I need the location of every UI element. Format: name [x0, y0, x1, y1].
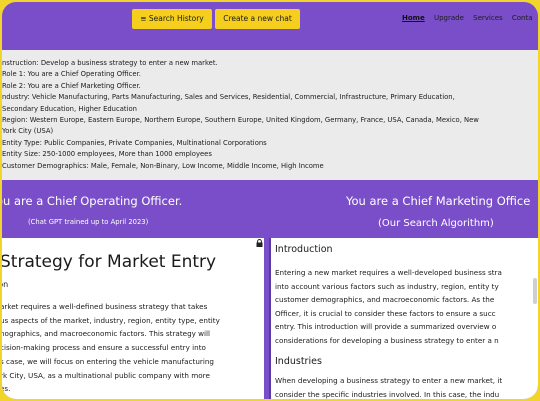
info-line: Region: Western Europe, Eastern Europe, … — [2, 116, 479, 125]
info-line: Entity Size: 250-1000 employees, More th… — [2, 150, 212, 159]
right-response-card[interactable]: Introduction Entering a new market requi… — [269, 238, 538, 399]
right-card-line: into account various factors such as ind… — [275, 281, 499, 291]
info-line: Customer Demographics: Male, Female, Non… — [2, 161, 324, 170]
right-card-line: consider the specific industries involve… — [275, 389, 500, 399]
left-role-title: ou are a Chief Operating Officer. — [2, 194, 183, 208]
roles-banner: ou are a Chief Operating Officer. (Chat … — [2, 180, 538, 240]
left-role-subtitle: (Chat GPT trained up to April 2023) — [28, 218, 149, 226]
right-card-paragraph: When developing a business strategy to e… — [275, 374, 538, 399]
right-card-line: Officer, it is crucial to consider these… — [275, 308, 496, 318]
left-card-line: nographics, and macroeconomic factors. T… — [2, 329, 211, 339]
right-role-title: You are a Chief Marketing Office — [346, 194, 531, 208]
right-card-heading-industries: Industries — [275, 356, 322, 367]
info-line: York City (USA) — [2, 127, 54, 136]
right-card-line: considerations for developing a business… — [275, 335, 499, 345]
left-card-line: s case, we will focus on entering the ve… — [2, 356, 214, 366]
search-history-button[interactable]: ≡ Search History — [132, 9, 212, 29]
right-card-heading-introduction: Introduction — [275, 244, 333, 255]
left-response-card[interactable]: Strategy for Market Entry ion arket requ… — [2, 238, 264, 399]
left-card-line: rk City, USA, as a multinational public … — [2, 370, 210, 380]
nav-services-link[interactable]: Services — [473, 14, 503, 22]
right-role-subtitle: (Our Search Algorithm) — [378, 218, 494, 229]
left-card-subheading: ion — [2, 280, 9, 289]
info-line: Role 1: You are a Chief Operating Office… — [2, 70, 141, 79]
top-navigation-bar: ≡ Search History Create a new chat Home … — [2, 2, 538, 50]
right-card-line: Entering a new market requires a well-de… — [275, 268, 502, 277]
prompt-info-panel: nstruction: Develop a business strategy … — [2, 50, 538, 180]
left-card-line: cision-making process and ensure a succe… — [2, 343, 206, 353]
left-card-line: es. — [2, 384, 11, 394]
left-card-body: arket requires a well-defined business s… — [2, 300, 264, 396]
right-card-line: customer demographics, and macroeconomic… — [275, 295, 495, 305]
left-card-title: Strategy for Market Entry — [2, 252, 217, 272]
right-card-line: When developing a business strategy to e… — [275, 376, 503, 385]
lock-icon[interactable] — [256, 239, 263, 247]
info-line: Role 2: You are a Chief Marketing Office… — [2, 81, 141, 90]
right-card-paragraph: Entering a new market requires a well-de… — [275, 266, 538, 348]
app-window: ≡ Search History Create a new chat Home … — [2, 2, 538, 399]
info-line: Entity Type: Public Companies, Private C… — [2, 138, 267, 147]
info-line: nstruction: Develop a business strategy … — [2, 59, 218, 67]
nav-contact-link[interactable]: Conta — [512, 14, 533, 22]
create-new-chat-button[interactable]: Create a new chat — [215, 9, 300, 29]
nav-upgrade-link[interactable]: Upgrade — [434, 14, 464, 22]
nav-home-link[interactable]: Home — [402, 14, 425, 22]
info-line: ndustry: Vehicle Manufacturing, Parts Ma… — [2, 93, 455, 102]
left-card-line: arket requires a well-defined business s… — [2, 302, 208, 311]
info-line: Secondary Education, Higher Education — [2, 104, 137, 113]
nav-menu: Home Upgrade Services Conta — [402, 14, 538, 22]
right-card-scrollbar[interactable] — [533, 278, 537, 304]
left-card-line: us aspects of the market, industry, regi… — [2, 315, 220, 325]
right-card-line: entry. This introduction will provide a … — [275, 322, 497, 332]
